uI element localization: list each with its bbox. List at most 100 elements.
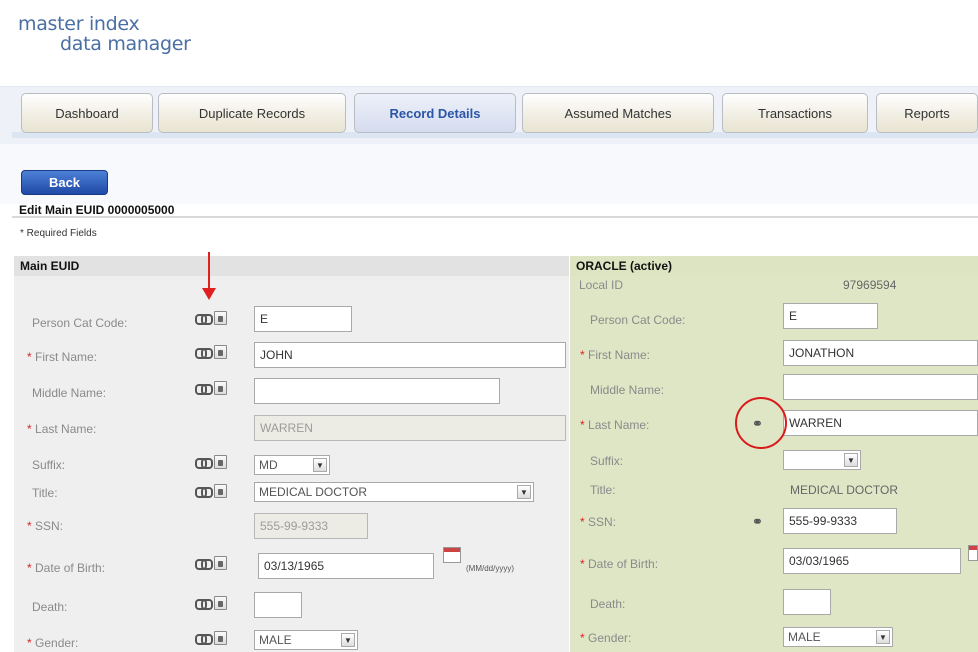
required-marker: * (27, 350, 36, 364)
chevron-down-icon[interactable]: ▼ (517, 485, 531, 499)
left-last-name-input: WARREN (254, 415, 566, 441)
required-marker: * (27, 519, 36, 533)
tab-transactions[interactable]: Transactions (722, 93, 868, 133)
required-fields-note: * Required Fields (20, 228, 97, 239)
back-button[interactable]: Back (21, 170, 108, 195)
title-divider (12, 216, 978, 218)
tab-dashboard[interactable]: Dashboard (21, 93, 153, 133)
person-cat-code-icons (195, 311, 227, 325)
left-gender-select[interactable]: MALE ▼ (254, 630, 358, 650)
death-label: Death: (32, 600, 68, 614)
middle-name-label: Middle Name: (32, 386, 107, 400)
oracle-first-name-label: * First Name: (580, 348, 650, 362)
oracle-gender-label: * Gender: (580, 631, 631, 645)
left-ssn-input: 555-99-9333 (254, 513, 368, 539)
required-marker: * (580, 557, 589, 571)
first-name-label: * First Name: (27, 350, 97, 364)
tab-reports[interactable]: Reports (876, 93, 978, 133)
oracle-title-label: Title: (590, 483, 616, 497)
chevron-down-icon[interactable]: ▼ (313, 458, 327, 472)
left-middle-name-input[interactable] (254, 378, 500, 404)
dob-icons (195, 556, 227, 570)
last-name-label-text: Last Name: (35, 422, 97, 436)
link-icon[interactable] (195, 598, 213, 610)
unlink-icon[interactable]: ⚭ (752, 514, 763, 530)
lock-icon[interactable] (214, 484, 227, 498)
oracle-first-name-label-text: First Name: (588, 348, 651, 362)
left-death-input[interactable] (254, 592, 302, 618)
lock-icon[interactable] (214, 381, 227, 395)
last-name-label: * Last Name: (27, 422, 96, 436)
required-marker: * (580, 515, 589, 529)
chevron-down-icon: ▼ (876, 630, 890, 644)
required-marker: * (27, 636, 36, 650)
link-icon[interactable] (195, 633, 213, 645)
link-icon[interactable] (195, 457, 213, 469)
oracle-title-value: MEDICAL DOCTOR (790, 483, 899, 497)
title-icons (195, 484, 227, 498)
oracle-heading: ORACLE (active) (570, 256, 978, 276)
lock-icon[interactable] (214, 455, 227, 469)
page-title: Edit Main EUID 0000005000 (19, 203, 175, 217)
main-euid-heading: Main EUID (14, 256, 569, 276)
app-logo: master index data manager (18, 14, 191, 54)
gender-label: * Gender: (27, 636, 78, 650)
calendar-icon[interactable] (443, 547, 461, 563)
gender-icons (195, 631, 227, 645)
logo-line-2: data manager (60, 33, 191, 55)
chevron-down-icon[interactable]: ▼ (341, 633, 355, 647)
annotation-arrow-head (202, 288, 216, 300)
oracle-death-label: Death: (590, 597, 626, 611)
required-marker: * (27, 561, 36, 575)
person-cat-code-label: Person Cat Code: (32, 316, 128, 330)
left-suffix-select[interactable]: MD ▼ (254, 455, 330, 475)
left-first-name-input[interactable]: JOHN (254, 342, 566, 368)
oracle-suffix-select: ▼ (783, 450, 861, 470)
first-name-icons (195, 345, 227, 359)
oracle-dob-value: 03/03/1965 (783, 548, 961, 574)
oracle-person-cat-code-label: Person Cat Code: (590, 313, 686, 327)
oracle-dob-label: * Date of Birth: (580, 557, 658, 571)
oracle-middle-name-value (783, 374, 978, 400)
oracle-last-name-value: WARREN (783, 410, 978, 436)
gender-label-text: Gender: (35, 636, 79, 650)
lock-icon[interactable] (214, 631, 227, 645)
ssn-label: * SSN: (27, 519, 63, 533)
link-icon[interactable] (195, 486, 213, 498)
left-dob-input[interactable]: 03/13/1965 (258, 553, 434, 579)
oracle-gender-select: MALE ▼ (783, 627, 893, 647)
suffix-label: Suffix: (32, 458, 66, 472)
oracle-ssn-label-text: SSN: (588, 515, 617, 529)
required-marker: * (580, 631, 589, 645)
lock-icon[interactable] (214, 345, 227, 359)
title-label: Title: (32, 486, 58, 500)
left-title-value: MEDICAL DOCTOR (259, 485, 368, 499)
left-suffix-value: MD (259, 458, 278, 472)
tab-duplicate-records[interactable]: Duplicate Records (158, 93, 346, 133)
oracle-first-name-value: JONATHON (783, 340, 978, 366)
link-icon[interactable] (195, 313, 213, 325)
calendar-icon[interactable] (968, 545, 978, 561)
oracle-dob-label-text: Date of Birth: (588, 557, 659, 571)
oracle-last-name-label: * Last Name: (580, 418, 649, 432)
left-person-cat-code-input[interactable]: E (254, 306, 352, 332)
lock-icon[interactable] (214, 556, 227, 570)
oracle-gender-label-text: Gender: (588, 631, 632, 645)
middle-name-icons (195, 381, 227, 395)
oracle-death-value (783, 589, 831, 615)
link-icon[interactable] (195, 558, 213, 570)
dob-label-text: Date of Birth: (35, 561, 106, 575)
suffix-icons (195, 455, 227, 469)
required-marker: * (27, 422, 36, 436)
first-name-label-text: First Name: (35, 350, 98, 364)
lock-icon[interactable] (214, 596, 227, 610)
oracle-suffix-label: Suffix: (590, 454, 624, 468)
left-title-select[interactable]: MEDICAL DOCTOR ▼ (254, 482, 534, 502)
tab-assumed-matches[interactable]: Assumed Matches (522, 93, 714, 133)
link-icon[interactable] (195, 347, 213, 359)
lock-icon[interactable] (214, 311, 227, 325)
oracle-ssn-value: 555-99-9333 (783, 508, 897, 534)
tab-record-details[interactable]: Record Details (354, 93, 516, 133)
required-marker: * (580, 418, 589, 432)
link-icon[interactable] (195, 383, 213, 395)
